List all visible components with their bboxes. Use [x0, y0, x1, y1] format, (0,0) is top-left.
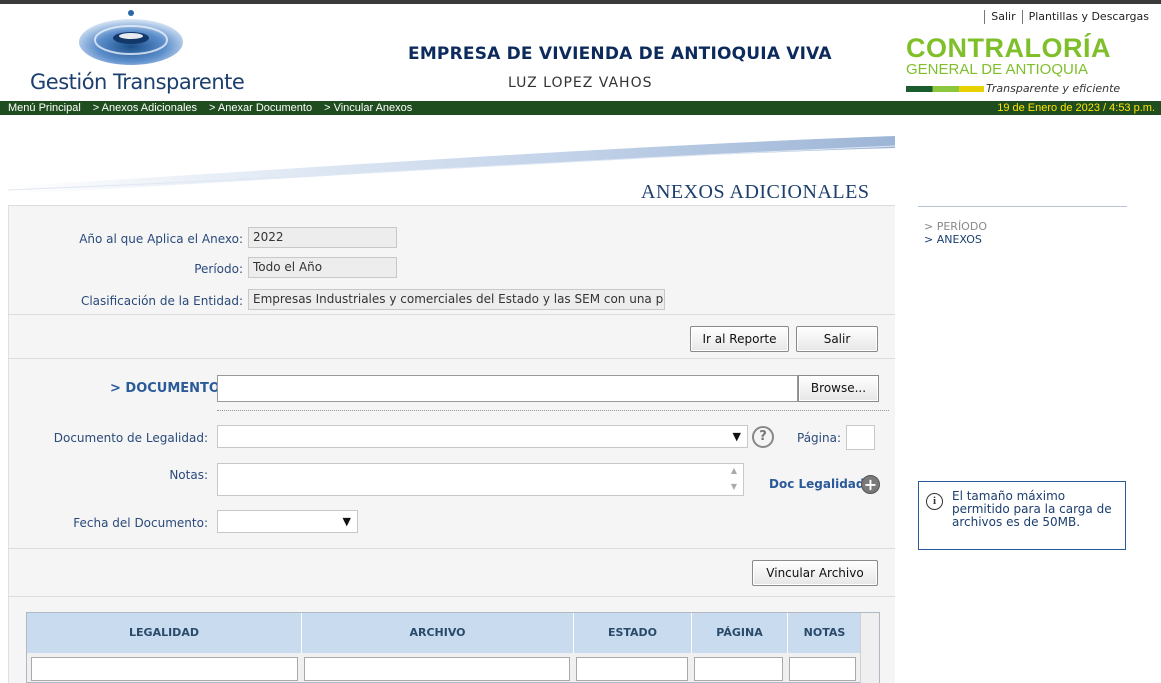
- divider: [8, 358, 895, 359]
- file-size-info-box: i El tamaño máximo permitido para la car…: [918, 481, 1126, 550]
- pagina-label: Página:: [797, 431, 842, 445]
- plantillas-link[interactable]: Plantillas y Descargas: [1021, 10, 1155, 24]
- user-name: LUZ LOPEZ VAHOS: [508, 75, 653, 91]
- sidebar-rule: [918, 206, 1127, 207]
- dotted-separator: [217, 410, 889, 411]
- doc-legalidad-link[interactable]: Doc Legalidad: [769, 477, 864, 491]
- breadcrumb: Menú Principal > Anexos Adicionales > An…: [8, 101, 424, 115]
- anio-label: Año al que Aplica el Anexo:: [79, 232, 243, 246]
- scroll-up-icon[interactable]: ▲: [731, 466, 737, 475]
- sidebar-item-periodo[interactable]: > PERÍODO: [924, 220, 987, 233]
- flag-stripe: [906, 86, 984, 92]
- water-drop-logo-icon: [79, 10, 183, 65]
- divider: [8, 314, 895, 315]
- cell-estado[interactable]: [576, 657, 688, 681]
- cell-pagina[interactable]: [694, 657, 783, 681]
- browse-button[interactable]: Browse...: [798, 375, 879, 402]
- notas-label: Notas:: [169, 468, 208, 482]
- col-notas[interactable]: NOTAS: [788, 613, 861, 653]
- divider: [8, 205, 895, 206]
- page-title: ANEXOS ADICIONALES: [641, 181, 870, 203]
- entity-title: EMPRESA DE VIVIENDA DE ANTIOQUIA VIVA: [408, 44, 832, 64]
- info-icon: i: [926, 493, 943, 510]
- divider: [8, 548, 895, 549]
- col-estado[interactable]: ESTADO: [574, 613, 692, 653]
- crumb-anexos-adicionales[interactable]: > Anexos Adicionales: [93, 101, 197, 115]
- contraloria-tagline: Transparente y eficiente: [986, 82, 1121, 95]
- periodo-field: Todo el Año: [248, 257, 397, 278]
- table-scrollbar[interactable]: [860, 613, 879, 683]
- contraloria-title: CONTRALORÍA: [906, 33, 1111, 63]
- brand-name: Gestión Transparente: [30, 70, 245, 94]
- vincular-archivo-button[interactable]: Vincular Archivo: [752, 560, 878, 586]
- crumb-anexar-documento[interactable]: > Anexar Documento: [209, 101, 312, 115]
- table-row: [31, 657, 856, 681]
- scroll-down-icon[interactable]: ▼: [731, 482, 737, 491]
- col-archivo[interactable]: ARCHIVO: [302, 613, 574, 653]
- pagina-input[interactable]: [846, 425, 875, 450]
- anexos-table: LEGALIDAD ARCHIVO ESTADO PÁGINA NOTAS: [26, 612, 880, 683]
- col-legalidad[interactable]: LEGALIDAD: [27, 613, 302, 653]
- cell-notas[interactable]: [789, 657, 856, 681]
- clasificacion-label: Clasificación de la Entidad:: [80, 294, 243, 308]
- crumb-vincular-anexos[interactable]: > Vincular Anexos: [324, 101, 412, 115]
- doc-legalidad-label: Documento de Legalidad:: [53, 431, 208, 445]
- contraloria-logo: CONTRALORÍA GENERAL DE ANTIOQUIA Transpa…: [906, 33, 1156, 95]
- clasificacion-field: Empresas Industriales y comerciales del …: [248, 289, 665, 310]
- cell-legalidad[interactable]: [31, 657, 298, 681]
- breadcrumb-bar: Menú Principal > Anexos Adicionales > An…: [0, 101, 1161, 115]
- contraloria-subtitle: GENERAL DE ANTIOQUIA: [906, 61, 1088, 78]
- fecha-label: Fecha del Documento:: [73, 516, 208, 530]
- dropdown-arrow-icon: ▼: [342, 515, 351, 528]
- top-dark-bar: [0, 0, 1161, 4]
- crumb-menu-principal[interactable]: Menú Principal: [8, 101, 81, 115]
- help-icon[interactable]: ?: [752, 426, 774, 448]
- salir-top-link[interactable]: Salir: [984, 10, 1021, 24]
- sidebar-nav: > PERÍODO > ANEXOS: [924, 220, 987, 246]
- documento-label: > DOCUMENTO: [110, 381, 220, 396]
- sidebar-item-anexos[interactable]: > ANEXOS: [924, 233, 987, 246]
- dropdown-arrow-icon: ▼: [732, 430, 741, 443]
- salir-button[interactable]: Salir: [796, 326, 878, 352]
- info-text: El tamaño máximo permitido para la carga…: [952, 489, 1112, 529]
- divider: [8, 596, 895, 597]
- col-pagina[interactable]: PÁGINA: [692, 613, 788, 653]
- doc-legalidad-select[interactable]: ▼: [217, 425, 748, 448]
- table-header: LEGALIDAD ARCHIVO ESTADO PÁGINA NOTAS: [27, 613, 861, 653]
- current-datetime: 19 de Enero de 2023 / 4:53 p.m.: [997, 102, 1155, 114]
- periodo-label: Período:: [194, 262, 243, 276]
- file-path-input[interactable]: [217, 375, 798, 402]
- cell-archivo[interactable]: [304, 657, 570, 681]
- ir-al-reporte-button[interactable]: Ir al Reporte: [690, 326, 789, 352]
- notas-textarea[interactable]: ▲ ▼: [217, 463, 744, 496]
- top-links: Salir Plantillas y Descargas: [984, 10, 1155, 24]
- anio-field: 2022: [248, 227, 397, 248]
- add-plus-icon[interactable]: +: [861, 475, 880, 494]
- fecha-select[interactable]: ▼: [217, 510, 358, 533]
